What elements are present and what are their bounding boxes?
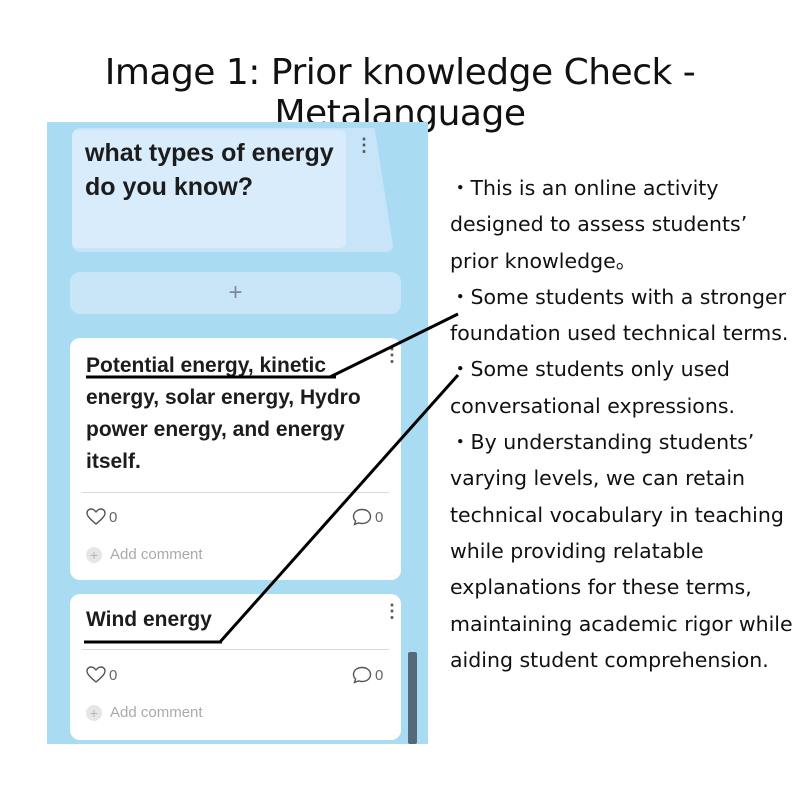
- annotation-layer: [84, 312, 460, 644]
- pointer-line-technical: [329, 312, 459, 379]
- pointer-line-conversational: [218, 374, 460, 643]
